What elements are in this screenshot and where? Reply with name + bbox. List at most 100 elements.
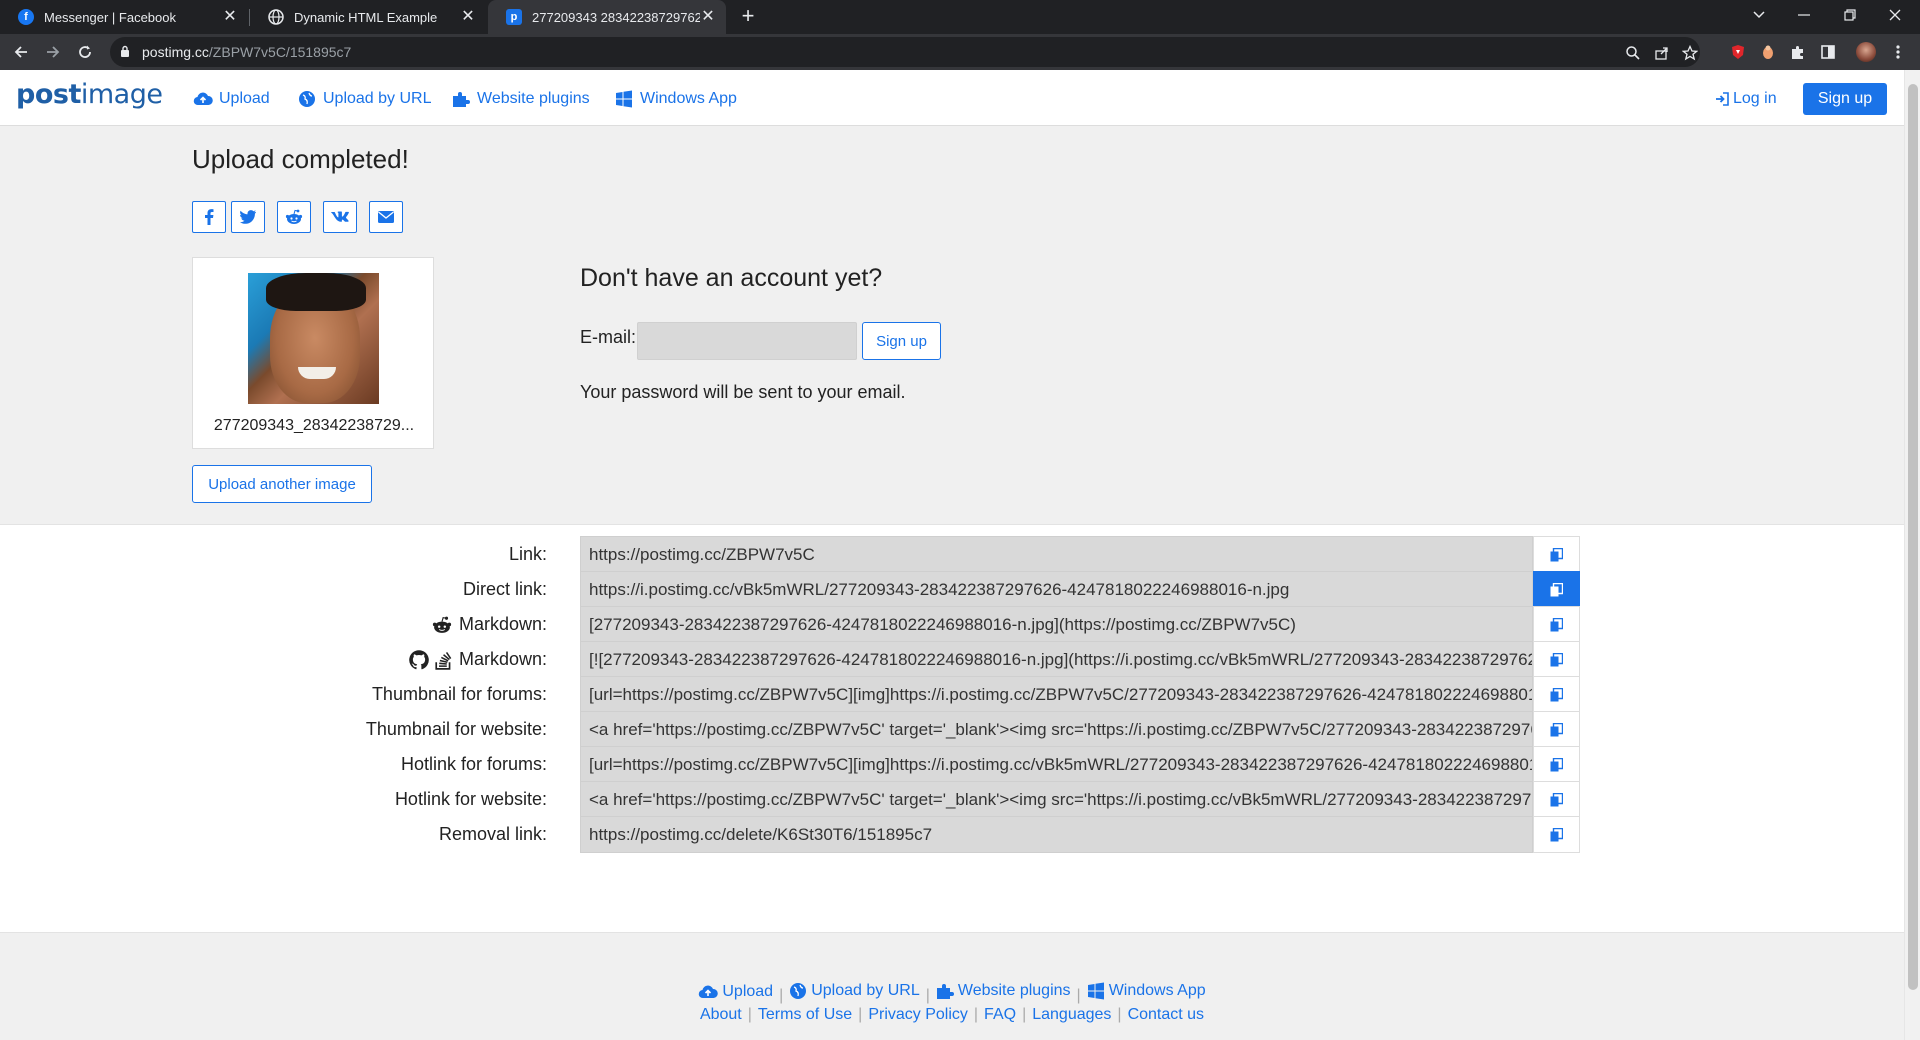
tab-title: 277209343 283422387297626 42 — [532, 9, 700, 25]
markdown-reddit-field[interactable]: [277209343-283422387297626-4247818022246… — [580, 606, 1533, 643]
thumbnail-forums-label: Thumbnail for forums: — [371, 684, 547, 704]
footer-about-link[interactable]: About — [700, 1006, 742, 1024]
thumbnail-website-field[interactable]: <a href='https://postimg.cc/ZBPW7v5C' ta… — [580, 711, 1533, 748]
new-tab-button[interactable]: + — [736, 5, 760, 29]
nav-upload-label: Upload — [219, 90, 270, 107]
avatar[interactable] — [1856, 42, 1876, 62]
close-icon[interactable]: ✕ — [700, 9, 716, 25]
nav-windows-app-label: Windows App — [640, 90, 737, 107]
facebook-icon: f — [18, 9, 34, 25]
reload-button[interactable] — [73, 40, 97, 64]
nav-website-plugins[interactable]: Website plugins — [451, 88, 590, 110]
removal-link-field[interactable]: https://postimg.cc/delete/K6St30T6/15189… — [580, 816, 1533, 853]
extension-icon[interactable] — [1758, 42, 1778, 62]
postimage-logo[interactable]: postimage — [16, 79, 163, 110]
copy-button[interactable] — [1533, 711, 1580, 748]
hotlink-forums-label: Hotlink for forums: — [400, 754, 547, 774]
hotlink-website-field[interactable]: <a href='https://postimg.cc/ZBPW7v5C' ta… — [580, 781, 1533, 818]
footer-contact-link[interactable]: Contact us — [1128, 1006, 1204, 1024]
footer-links: About | Terms of Use | Privacy Policy | FAQ | La… — [699, 1006, 1205, 1024]
hotlink-website-label: Hotlink for website: — [394, 789, 547, 809]
copy-button[interactable] — [1533, 641, 1580, 678]
copy-button[interactable] — [1533, 676, 1580, 713]
footer-privacy-link[interactable]: Privacy Policy — [868, 1006, 968, 1024]
copy-button[interactable] — [1533, 816, 1580, 853]
minimize-button[interactable] — [1781, 0, 1827, 30]
copy-icon — [1550, 827, 1563, 842]
tab-messenger[interactable]: f Messenger | Facebook ✕ — [0, 0, 248, 34]
brave-shield-icon[interactable] — [1728, 42, 1748, 62]
share-facebook-button[interactable] — [192, 201, 226, 233]
thumbnail-smile — [298, 367, 336, 379]
back-button[interactable] — [9, 40, 33, 64]
github-icon — [409, 649, 429, 670]
account-signup-button[interactable]: Sign up — [862, 322, 941, 360]
markdown-reddit-label: Markdown: — [431, 614, 547, 635]
link-row-thumb-forums: Thumbnail for forums: [url=https://posti… — [0, 676, 1904, 713]
vk-icon — [331, 211, 349, 223]
address-bar[interactable]: postimg.cc/ZBPW7v5C/151895c7 — [110, 37, 1700, 67]
footer-languages-link[interactable]: Languages — [1032, 1006, 1111, 1024]
markdown-github-field[interactable]: [![277209343-283422387297626-42478180222… — [580, 641, 1533, 678]
direct-link-label: Direct link: — [462, 579, 547, 599]
nav-windows-app[interactable]: Windows App — [614, 88, 737, 110]
copy-button[interactable] — [1533, 781, 1580, 818]
link-row-hotlink-website: Hotlink for website: <a href='https://po… — [0, 781, 1904, 818]
link-label: Link: — [508, 544, 547, 564]
facebook-icon — [204, 209, 214, 225]
page-scrollbar[interactable] — [1904, 70, 1920, 1040]
nav-upload-by-url[interactable]: Upload by URL — [297, 88, 432, 110]
upload-another-button[interactable]: Upload another image — [192, 465, 372, 503]
share-reddit-button[interactable] — [277, 201, 311, 233]
share-twitter-button[interactable] — [231, 201, 265, 233]
page-title: Upload completed! — [192, 144, 409, 174]
side-panel-icon[interactable] — [1818, 42, 1838, 62]
twitter-icon — [240, 210, 256, 224]
close-icon[interactable]: ✕ — [460, 9, 476, 25]
uploaded-image-thumbnail[interactable] — [248, 273, 379, 404]
restore-button[interactable] — [1827, 0, 1873, 30]
email-label: E-mail: — [580, 327, 637, 347]
copy-icon — [1550, 547, 1563, 562]
copy-button[interactable] — [1533, 746, 1580, 783]
footer-upload-link[interactable]: Upload — [698, 983, 773, 1001]
copy-button[interactable] — [1533, 536, 1580, 573]
email-field[interactable] — [637, 322, 857, 360]
reddit-icon — [431, 616, 453, 634]
footer-upload-by-url-link[interactable]: Upload by URL — [789, 982, 920, 1000]
nav-upload[interactable]: Upload — [193, 88, 270, 110]
thumbnail-website-label: Thumbnail for website: — [365, 719, 547, 739]
chevron-down-icon[interactable] — [1736, 0, 1782, 30]
copy-icon — [1550, 792, 1563, 807]
copy-button[interactable] — [1533, 606, 1580, 643]
hotlink-forums-field[interactable]: [url=https://postimg.cc/ZBPW7v5C][img]ht… — [580, 746, 1533, 783]
footer-terms-link[interactable]: Terms of Use — [758, 1006, 852, 1024]
puzzle-icon — [451, 89, 471, 109]
close-window-button[interactable] — [1872, 0, 1918, 30]
link-row-hotlink-forums: Hotlink for forums: [url=https://postimg… — [0, 746, 1904, 783]
thumbnail-forums-field[interactable]: [url=https://postimg.cc/ZBPW7v5C][img]ht… — [580, 676, 1533, 713]
copy-button[interactable] — [1533, 571, 1580, 608]
close-icon[interactable]: ✕ — [222, 9, 238, 25]
footer-faq-link[interactable]: FAQ — [984, 1006, 1016, 1024]
footer-website-plugins-link[interactable]: Website plugins — [936, 982, 1071, 1000]
footer-windows-app-link[interactable]: Windows App — [1087, 982, 1206, 1000]
cloud-upload-icon — [698, 984, 719, 1000]
url-text: postimg.cc/ZBPW7v5C/151895c7 — [142, 44, 352, 60]
scrollbar-thumb[interactable] — [1908, 84, 1918, 990]
menu-dots-icon[interactable] — [1888, 42, 1908, 62]
signup-button[interactable]: Sign up — [1803, 83, 1887, 115]
link-field[interactable]: https://postimg.cc/ZBPW7v5C — [580, 536, 1533, 573]
uploaded-image-card[interactable]: 277209343_28342238729... — [192, 257, 434, 449]
share-email-button[interactable] — [369, 201, 403, 233]
forward-button[interactable] — [41, 40, 65, 64]
login-link[interactable]: Log in — [1715, 88, 1777, 110]
zoom-icon[interactable] — [1623, 43, 1643, 63]
share-vk-button[interactable] — [323, 201, 357, 233]
direct-link-field[interactable]: https://i.postimg.cc/vBk5mWRL/277209343-… — [580, 571, 1533, 608]
star-icon[interactable] — [1680, 43, 1700, 63]
share-icon[interactable] — [1652, 43, 1672, 63]
tab-dynamic-html[interactable]: Dynamic HTML Example ✕ — [250, 0, 486, 34]
puzzle-icon[interactable] — [1788, 42, 1808, 62]
tab-postimage[interactable]: p 277209343 283422387297626 42 ✕ — [488, 0, 726, 34]
